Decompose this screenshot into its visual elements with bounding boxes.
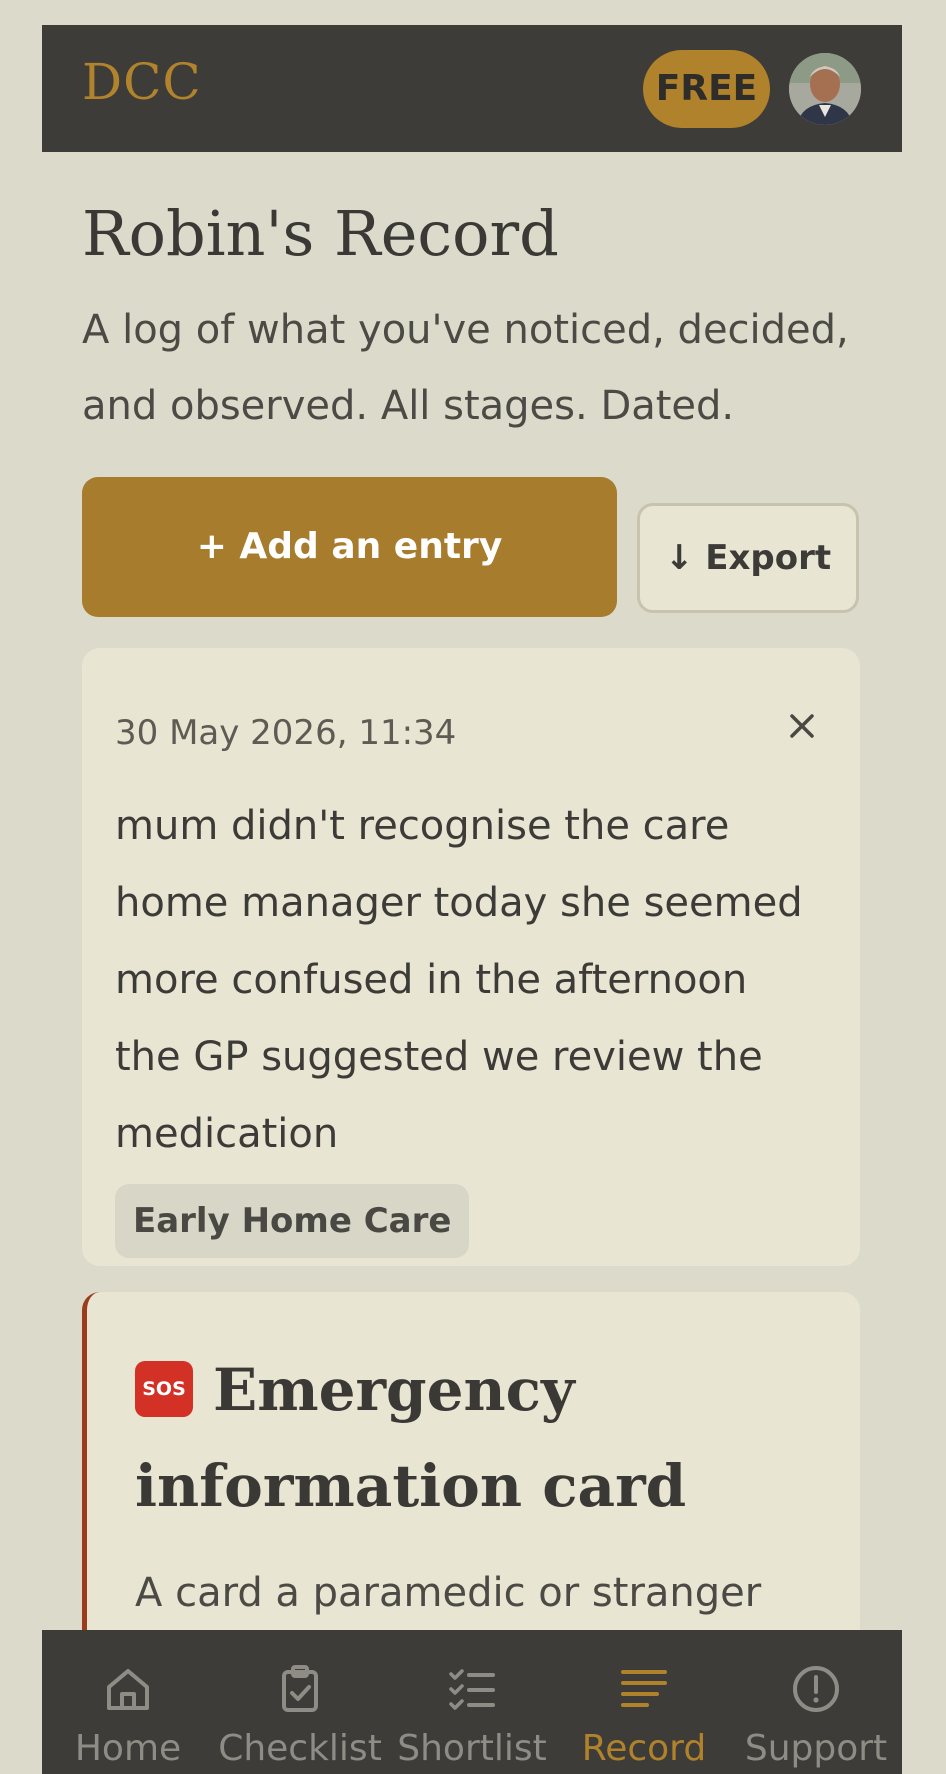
stage-tag: Early Home Care (115, 1184, 470, 1258)
record-lines-icon (621, 1670, 667, 1707)
home-icon (107, 1669, 149, 1710)
app-frame: DCC FREE Robin's Record A log of what yo… (42, 25, 902, 1774)
nav-shortlist-label: Shortlist (397, 1728, 547, 1769)
user-avatar[interactable] (789, 53, 861, 125)
top-header: DCC FREE (42, 25, 902, 152)
alert-circle-icon (793, 1666, 839, 1712)
emergency-card-title: Emergency information card (135, 1356, 687, 1520)
nav-record-label: Record (581, 1728, 707, 1769)
avatar-photo (789, 53, 861, 125)
plan-badge[interactable]: FREE (643, 50, 770, 128)
nav-home-label: Home (74, 1728, 182, 1769)
nav-support[interactable]: Support (730, 1630, 902, 1774)
nav-record[interactable]: Record (558, 1630, 730, 1774)
checklist-icon (449, 1669, 495, 1710)
entry-date: 30 May 2026, 11:34 (115, 713, 457, 753)
nav-home[interactable]: Home (42, 1630, 214, 1774)
export-button[interactable]: ↓ Export (637, 503, 859, 613)
record-entry-card: 30 May 2026, 11:34 mum didn't recognise … (82, 648, 860, 1266)
nav-shortlist[interactable]: Shortlist (386, 1630, 558, 1774)
clipboard-check-icon (282, 1665, 318, 1712)
entry-text: mum didn't recognise the care home manag… (115, 803, 803, 1157)
add-entry-button[interactable]: + Add an entry (82, 477, 617, 617)
app-logo[interactable]: DCC (82, 53, 202, 111)
page-subtitle: A log of what you've noticed, decided, a… (82, 307, 849, 429)
emergency-card-description: A card a paramedic or stranger (135, 1570, 762, 1616)
nav-support-label: Support (744, 1728, 888, 1769)
page-title: Robin's Record (82, 197, 559, 270)
close-icon (790, 714, 814, 738)
nav-checklist-label: Checklist (218, 1728, 382, 1769)
delete-entry-button[interactable] (784, 708, 820, 744)
nav-checklist[interactable]: Checklist (214, 1630, 386, 1774)
bottom-nav: Home Checklist Shortlist Record Support (42, 1630, 902, 1774)
